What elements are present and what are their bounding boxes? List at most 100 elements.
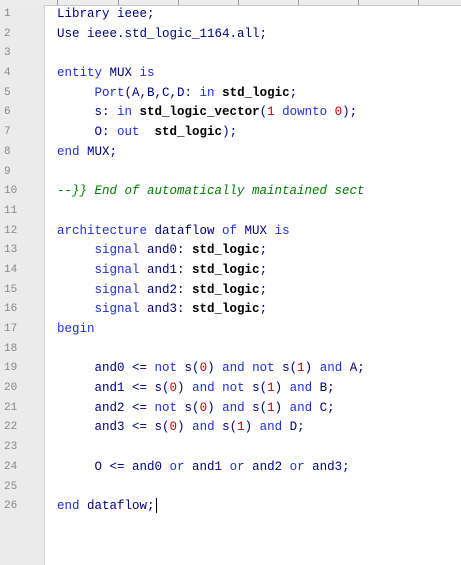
code-lines[interactable]: 1 Library ieee; 2 Use ieee.std_logic_1164.a… <box>0 5 461 517</box>
code-line[interactable]: 22 and3 <= s(0) and s(1) and D; <box>0 418 461 438</box>
code-line[interactable]: 13 signal and0: std_logic; <box>0 241 461 261</box>
code-token: s( <box>274 361 298 376</box>
code-token: and0: <box>139 243 193 258</box>
code-line[interactable]: 16 signal and3: std_logic; <box>0 300 461 320</box>
code-line[interactable]: 19 and0 <= not s(0) and not s(1) and A; <box>0 359 461 379</box>
code-text: signal and0: std_logic; <box>57 241 268 261</box>
code-token: signal <box>94 262 140 277</box>
code-token: (A,B,C,D: <box>124 85 200 100</box>
code-token: B; <box>312 381 335 396</box>
code-token: std_logic <box>192 282 260 297</box>
code-line[interactable]: 18 <box>0 340 461 360</box>
code-line[interactable]: 2 Use ieee.std_logic_1164.all; <box>0 25 461 45</box>
code-token: 1 <box>267 105 275 120</box>
code-token: 1 <box>267 400 275 415</box>
code-token: and3 <= s( <box>57 420 170 435</box>
code-line[interactable]: 26 end dataflow; <box>0 497 461 517</box>
code-token: 0 <box>199 400 208 415</box>
code-line[interactable]: 11 <box>0 202 461 222</box>
code-line[interactable]: 14 signal and1: std_logic; <box>0 261 461 281</box>
code-token: and <box>222 361 245 376</box>
code-token: ) <box>304 361 320 376</box>
code-token: out <box>117 125 140 140</box>
code-line[interactable]: 23 <box>0 438 461 458</box>
code-text: --}} End of automatically maintained sec… <box>57 182 365 202</box>
code-line[interactable]: 24 O <= and0 or and1 or and2 or and3; <box>0 458 461 478</box>
code-token: ; <box>289 85 298 100</box>
line-number: 1 <box>4 8 11 20</box>
code-token: 0 <box>169 420 178 435</box>
code-token: and2 <= <box>57 400 155 415</box>
code-line[interactable]: 6 s: in std_logic_vector(1 downto 0); <box>0 103 461 123</box>
code-token: std_logic <box>222 85 290 100</box>
line-number: 21 <box>4 401 18 414</box>
code-editor[interactable]: 1 Library ieee; 2 Use ieee.std_logic_1164.a… <box>0 0 461 565</box>
code-line[interactable]: 8 end MUX; <box>0 143 461 163</box>
code-token: std_logic <box>192 262 260 277</box>
code-token: entity <box>57 66 103 81</box>
code-token: ; <box>259 262 268 277</box>
code-token: MUX; <box>79 144 118 159</box>
code-token: and3; <box>304 459 350 474</box>
line-number: 22 <box>4 421 18 434</box>
line-number: 9 <box>4 165 11 178</box>
line-number: 20 <box>4 382 18 395</box>
code-token: end <box>57 499 80 514</box>
code-token: Port <box>94 85 125 100</box>
code-text: begin <box>57 320 95 340</box>
code-line[interactable]: 3 <box>0 44 461 64</box>
code-token: is <box>274 223 290 238</box>
code-line[interactable]: 9 <box>0 163 461 183</box>
code-token: Library ieee; <box>57 7 155 21</box>
code-line[interactable]: 17 begin <box>0 320 461 340</box>
line-number: 2 <box>4 27 11 40</box>
code-line[interactable]: 15 signal and2: std_logic; <box>0 281 461 301</box>
line-number: 15 <box>4 283 18 296</box>
code-text: and0 <= not s(0) and not s(1) and A; <box>57 359 365 379</box>
code-token: and1 <= s( <box>57 381 170 396</box>
code-token: std_logic <box>192 243 260 258</box>
code-token: ; <box>259 302 268 317</box>
line-number: 6 <box>4 106 11 119</box>
code-line[interactable]: 10 --}} End of automatically maintained s… <box>0 182 461 202</box>
code-token: and2: <box>139 282 193 297</box>
code-token: O <= and0 <box>57 459 170 474</box>
code-token: MUX <box>237 223 275 238</box>
code-text: entity MUX is <box>57 64 155 84</box>
text-caret <box>155 498 157 514</box>
code-token: D; <box>282 420 305 435</box>
code-token: end <box>57 144 80 159</box>
code-line[interactable]: 20 and1 <= s(0) and not s(1) and B; <box>0 379 461 399</box>
code-line[interactable]: 21 and2 <= not s(0) and s(1) and C; <box>0 399 461 419</box>
code-token: ) <box>177 381 193 396</box>
code-line[interactable]: 4 entity MUX is <box>0 64 461 84</box>
code-token: ; <box>259 282 268 297</box>
code-line[interactable]: 1 Library ieee; <box>0 5 461 25</box>
code-token: ) <box>207 361 223 376</box>
code-token: in <box>117 105 133 120</box>
code-line[interactable]: 5 Port(A,B,C,D: in std_logic; <box>0 84 461 104</box>
line-number: 18 <box>4 342 18 355</box>
code-text: architecture dataflow of MUX is <box>57 222 290 242</box>
code-token: and <box>319 361 343 376</box>
line-number: 26 <box>4 500 18 513</box>
code-token: and <box>222 400 245 415</box>
code-token: and3: <box>139 302 193 317</box>
code-line[interactable]: 7 O: out std_logic); <box>0 123 461 143</box>
code-token: ; <box>259 243 268 258</box>
code-line[interactable]: 25 <box>0 478 461 498</box>
code-token: not <box>222 381 245 396</box>
code-token: 1 <box>267 381 275 396</box>
code-token: begin <box>57 322 95 336</box>
code-line[interactable]: 12 architecture dataflow of MUX is <box>0 222 461 242</box>
code-text: s: in std_logic_vector(1 downto 0); <box>57 103 358 123</box>
code-token: signal <box>94 243 140 258</box>
code-text: and1 <= s(0) and not s(1) and B; <box>57 379 335 399</box>
line-number: 19 <box>4 362 18 375</box>
code-token: or <box>169 459 185 474</box>
